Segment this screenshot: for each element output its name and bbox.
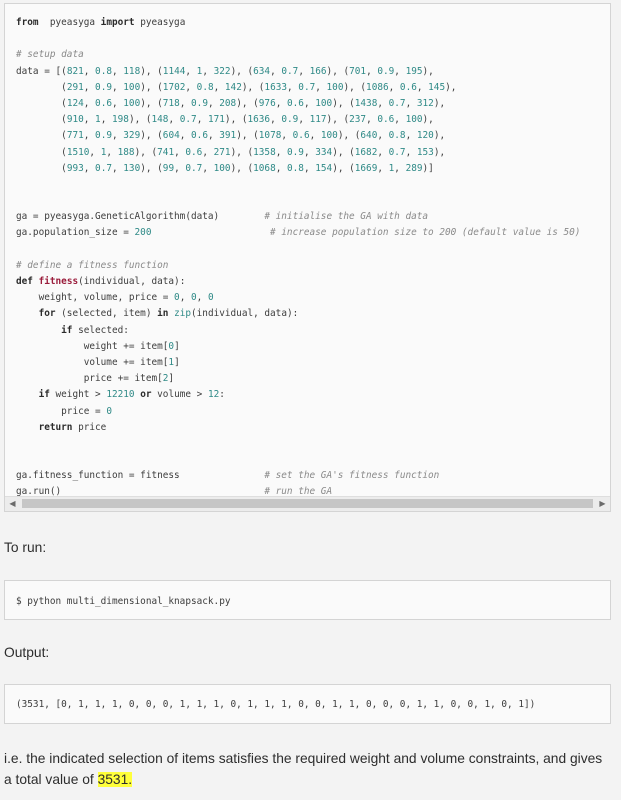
scrollbar-thumb[interactable] [22,499,593,508]
code-line: # setup data [16,49,84,61]
code-line: data = [(821, 0.8, 118), (1144, 1, 322),… [16,65,434,77]
conclusion-paragraph: i.e. the indicated selection of items sa… [4,748,604,790]
code-line: (910, 1, 198), (148, 0.7, 171), (1636, 0… [16,114,434,126]
code-line: (124, 0.6, 100), (718, 0.9, 208), (976, … [16,97,446,109]
highlighted-total-value: 3531. [97,772,133,787]
code-line: # define a fitness function [16,259,169,271]
scroll-right-arrow-icon[interactable]: ▶ [595,497,610,511]
code-line: weight += item[0] [16,340,180,352]
code-line: (771, 0.9, 329), (604, 0.6, 391), (1078,… [16,130,446,142]
command-text: $ python multi_dimensional_knapsack.py [16,596,231,607]
code-line: if selected: [61,324,129,336]
code-line: return price [38,421,107,433]
code-line: if weight > 12210 or volume > 12: [38,389,225,401]
output-text: (3531, [0, 1, 1, 1, 0, 0, 0, 1, 1, 1, 0,… [16,699,536,710]
code-line: price += item[2] [16,373,175,385]
conclusion-text: i.e. the indicated selection of items sa… [4,751,603,787]
code-line: from pyeasyga import pyeasyga [16,17,186,28]
code-line: (993, 0.7, 130), (99, 0.7, 100), (1068, … [16,162,434,174]
code-line: ga.fitness_function = fitness # set the … [16,470,440,482]
code-line: (291, 0.9, 100), (1702, 0.8, 142), (1633… [16,81,457,93]
output-label: Output: [4,645,50,660]
code-line: (1510, 1, 188), (741, 0.6, 271), (1358, … [16,146,446,158]
scroll-left-arrow-icon[interactable]: ◀ [5,497,20,511]
horizontal-scrollbar[interactable]: ◀ ▶ [5,496,610,511]
to-run-label: To run: [4,540,47,555]
code-line: volume += item[1] [16,356,180,368]
command-block: $ python multi_dimensional_knapsack.py [4,580,611,620]
output-block: (3531, [0, 1, 1, 1, 0, 0, 0, 1, 1, 1, 0,… [4,684,611,724]
code-line: price = 0 [16,405,112,417]
code-line: for (selected, item) in zip(individual, … [38,308,299,320]
python-code: from pyeasyga import pyeasyga # setup da… [16,15,581,511]
code-line: weight, volume, price = 0, 0, 0 [16,292,214,304]
code-line: def fitness(individual, data): [16,276,186,287]
code-line: ga.population_size = 200 # increase popu… [16,227,581,239]
code-line: ga = pyeasyga.GeneticAlgorithm(data) # i… [16,211,429,223]
code-block: from pyeasyga import pyeasyga # setup da… [4,3,611,512]
